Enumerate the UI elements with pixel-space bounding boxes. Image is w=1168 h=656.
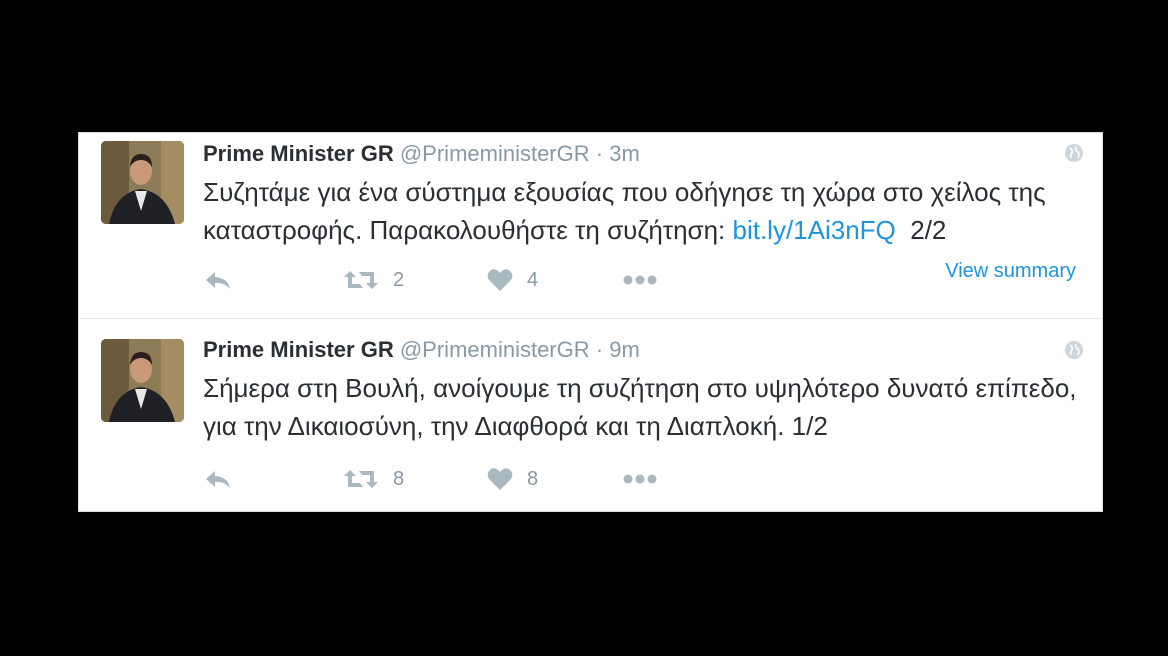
retweet-icon (344, 470, 378, 488)
tweet[interactable]: Prime Minister GR @PrimeministerGR · 9m … (79, 318, 1102, 504)
avatar[interactable] (101, 339, 184, 422)
globe-icon (1064, 143, 1084, 163)
tweet-time[interactable]: 9m (609, 337, 640, 362)
like-button[interactable]: 8 (487, 464, 538, 494)
like-icon (487, 468, 513, 490)
retweet-button[interactable]: 2 (343, 265, 404, 295)
reply-icon (206, 471, 230, 488)
tweet-text-suffix: 2/2 (895, 215, 947, 245)
tweet-link[interactable]: bit.ly/1Ai3nFQ (732, 215, 895, 245)
reply-button[interactable] (203, 464, 233, 494)
reply-button[interactable] (203, 265, 233, 295)
retweet-button[interactable]: 8 (343, 464, 404, 494)
globe-icon (1064, 340, 1084, 360)
like-count: 8 (527, 467, 539, 490)
author-handle[interactable]: @PrimeministerGR (400, 141, 590, 166)
retweet-icon (344, 271, 378, 289)
view-summary-link[interactable]: View summary (945, 260, 1076, 283)
like-button[interactable]: 4 (487, 265, 538, 295)
avatar[interactable] (101, 141, 184, 224)
tweet-text: Συζητάμε για ένα σύστημα εξουσίας που οδ… (203, 173, 1083, 249)
author-name[interactable]: Prime Minister GR (203, 337, 394, 362)
tweet-actions: 8 8 (203, 464, 1083, 494)
more-button[interactable] (623, 265, 657, 295)
reply-icon (206, 272, 230, 289)
retweet-count: 2 (393, 268, 405, 291)
more-button[interactable] (623, 464, 657, 494)
separator-dot: · (595, 141, 604, 166)
tweet-time[interactable]: 3m (609, 141, 640, 166)
like-icon (487, 269, 513, 291)
tweet[interactable]: Prime Minister GR @PrimeministerGR · 3m … (79, 133, 1102, 318)
retweet-count: 8 (393, 467, 405, 490)
more-icon (623, 474, 657, 484)
tweet-header: Prime Minister GR @PrimeministerGR · 9m (203, 337, 640, 363)
author-name[interactable]: Prime Minister GR (203, 141, 394, 166)
author-handle[interactable]: @PrimeministerGR (400, 337, 590, 362)
like-count: 4 (527, 268, 539, 291)
tweet-text: Σήμερα στη Βουλή, ανοίγουμε τη συζήτηση … (203, 373, 1077, 441)
more-icon (623, 275, 657, 285)
separator-dot: · (595, 337, 604, 362)
tweet-header: Prime Minister GR @PrimeministerGR · 3m (203, 141, 640, 167)
tweet-timeline: Prime Minister GR @PrimeministerGR · 3m … (78, 132, 1103, 512)
